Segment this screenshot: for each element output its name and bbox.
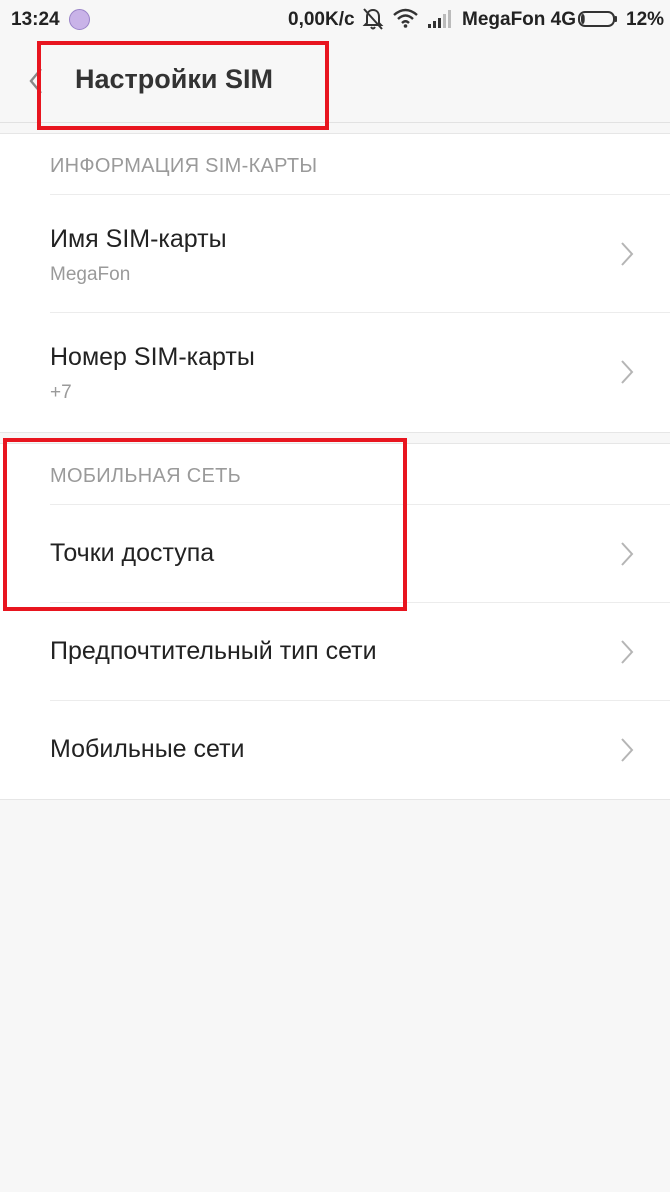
item-subtitle: +7	[50, 382, 72, 403]
bell-muted-icon	[362, 8, 384, 30]
status-network-speed: 0,00K/c	[288, 9, 355, 30]
signal-icon	[428, 10, 451, 28]
item-title: Имя SIM-карты	[50, 225, 227, 253]
chevron-left-icon[interactable]	[26, 66, 46, 96]
status-battery-percent: 12%	[626, 9, 665, 30]
access-points-item[interactable]: Точки доступа	[50, 504, 670, 602]
section-header-sim-info: ИНФОРМАЦИЯ SIM-КАРТЫ	[50, 155, 318, 177]
status-time: 13:24	[11, 9, 60, 30]
chevron-right-icon	[621, 542, 634, 566]
mobile-networks-item[interactable]: Мобильные сети	[50, 700, 670, 798]
mobile-network-section: МОБИЛЬНАЯ СЕТЬ Точки доступа Предпочтите…	[0, 443, 670, 800]
app-notification-icon	[69, 9, 90, 30]
chevron-right-icon	[621, 640, 634, 664]
sim-number-item[interactable]: Номер SIM-карты +7	[50, 312, 670, 431]
preferred-network-type-item[interactable]: Предпочтительный тип сети	[50, 602, 670, 700]
chevron-right-icon	[621, 360, 634, 384]
chevron-right-icon	[621, 738, 634, 762]
item-title: Номер SIM-карты	[50, 343, 255, 371]
sim-info-section: ИНФОРМАЦИЯ SIM-КАРТЫ Имя SIM-карты MegaF…	[0, 133, 670, 433]
status-bar: 13:24 0,00K/c MegaFon 4G 12%	[0, 0, 670, 38]
item-title: Предпочтительный тип сети	[50, 637, 377, 665]
item-subtitle: MegaFon	[50, 264, 131, 285]
page-title: Настройки SIM	[75, 64, 273, 94]
section-header-mobile-network: МОБИЛЬНАЯ СЕТЬ	[50, 465, 242, 487]
sim-name-item[interactable]: Имя SIM-карты MegaFon	[50, 194, 670, 312]
status-carrier: MegaFon 4G	[462, 9, 577, 30]
action-bar: Настройки SIM	[0, 38, 670, 123]
wifi-icon	[393, 8, 418, 28]
battery-icon	[578, 11, 617, 27]
chevron-right-icon	[621, 242, 634, 266]
item-title: Точки доступа	[50, 539, 215, 567]
item-title: Мобильные сети	[50, 735, 245, 763]
